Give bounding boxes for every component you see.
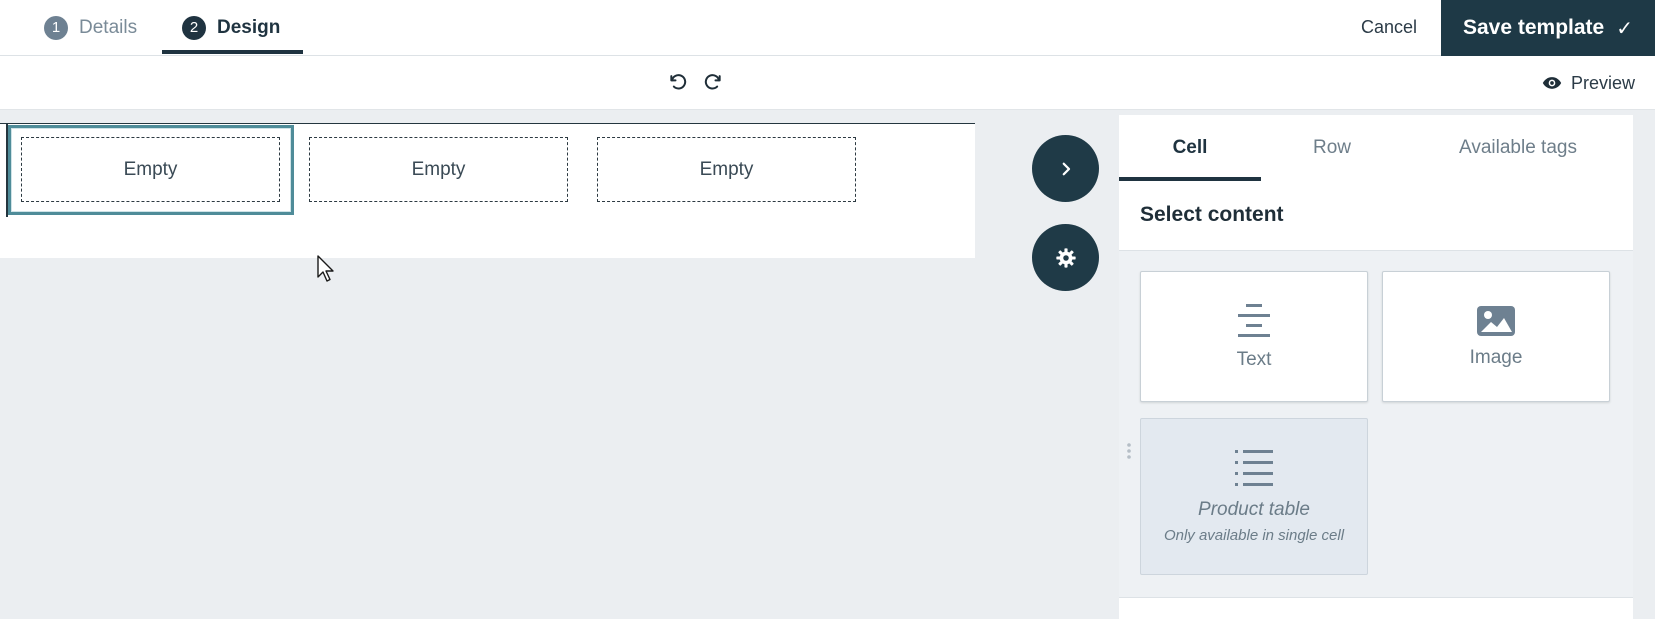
save-template-label: Save template bbox=[1462, 16, 1605, 39]
redo-icon[interactable] bbox=[701, 70, 725, 94]
template-canvas-area[interactable] bbox=[0, 217, 975, 258]
preview-button[interactable]: Preview bbox=[1542, 70, 1635, 96]
check-icon: ✓ bbox=[1616, 17, 1633, 40]
gear-icon bbox=[1055, 247, 1076, 268]
tile-sublabel: Only available in single cell bbox=[1163, 527, 1345, 544]
panel-heading: Select content bbox=[1140, 203, 1284, 226]
content-tile-product-table: Product table Only available in single c… bbox=[1140, 418, 1368, 575]
content-tile-image[interactable]: Image bbox=[1382, 271, 1610, 402]
step-details[interactable]: 1 Details bbox=[44, 0, 137, 55]
chevron-right-icon bbox=[1062, 162, 1070, 175]
editor-toolbar: Preview bbox=[0, 56, 1655, 110]
undo-icon[interactable] bbox=[666, 70, 690, 94]
template-row[interactable]: Empty Empty Empty bbox=[0, 123, 975, 218]
eye-icon bbox=[1542, 77, 1562, 89]
tile-label: Product table bbox=[1198, 499, 1310, 520]
step-number: 2 bbox=[182, 15, 206, 40]
tab-available-tags[interactable]: Available tags bbox=[1403, 115, 1633, 181]
tile-label: Image bbox=[1469, 346, 1523, 368]
drag-handle-icon[interactable] bbox=[1126, 442, 1132, 465]
content-options: Text Image Product table Only available … bbox=[1119, 250, 1633, 598]
cell-empty[interactable]: Empty bbox=[21, 137, 280, 202]
step-number: 1 bbox=[44, 15, 68, 40]
list-icon bbox=[1235, 450, 1273, 486]
active-step-indicator bbox=[162, 50, 303, 54]
row-settings-button[interactable] bbox=[1032, 224, 1099, 291]
cell-empty[interactable]: Empty bbox=[309, 137, 568, 202]
tab-row[interactable]: Row bbox=[1261, 115, 1403, 181]
cell-empty[interactable]: Empty bbox=[597, 137, 856, 202]
panel-tabs: Cell Row Available tags bbox=[1119, 115, 1633, 181]
align-center-icon bbox=[1238, 303, 1270, 337]
image-icon bbox=[1477, 305, 1515, 336]
content-tile-text[interactable]: Text bbox=[1140, 271, 1368, 402]
tab-cell[interactable]: Cell bbox=[1119, 115, 1261, 181]
preview-label: Preview bbox=[1570, 72, 1635, 93]
top-bar: 1 Details 2 Design Cancel Save template … bbox=[0, 0, 1655, 56]
mouse-cursor-icon bbox=[317, 255, 337, 288]
tile-label: Text bbox=[1236, 348, 1272, 370]
cancel-button[interactable]: Cancel bbox=[1361, 12, 1417, 42]
cell-settings-panel: Cell Row Available tags Select content T… bbox=[1119, 115, 1633, 619]
step-label: Design bbox=[217, 16, 281, 38]
step-label: Details bbox=[79, 16, 138, 38]
active-tab-indicator bbox=[1119, 177, 1261, 181]
step-design[interactable]: 2 Design bbox=[162, 0, 303, 55]
next-arrow-button[interactable] bbox=[1032, 135, 1099, 202]
save-template-button[interactable]: Save template ✓ bbox=[1441, 0, 1655, 56]
